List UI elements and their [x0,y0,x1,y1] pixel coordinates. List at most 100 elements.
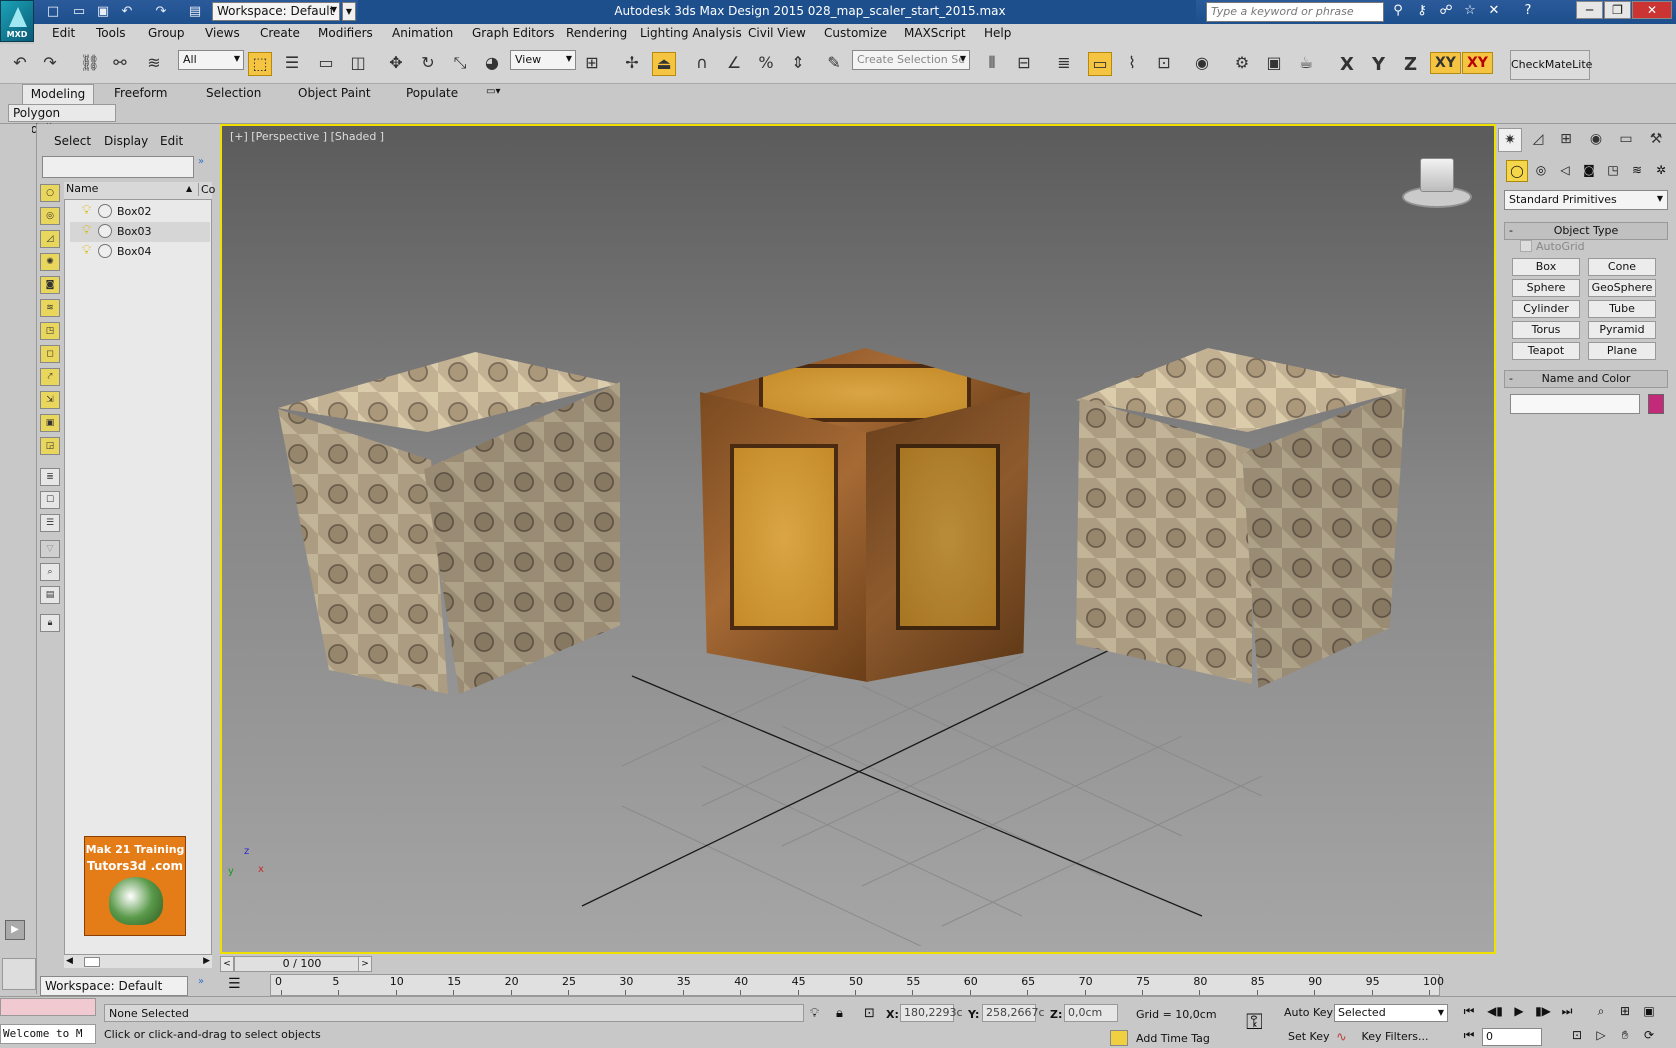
save-icon[interactable]: ▣ [94,3,112,20]
column-name[interactable]: Name [66,182,98,195]
polygon-modeling-panel[interactable]: Polygon Modeling [8,104,116,136]
expand-icon[interactable]: » [198,976,204,987]
list-item[interactable]: 💡︎ Box04 [70,242,210,262]
menu-civil-view[interactable]: Civil View [748,26,806,40]
key-mode-toggle-icon[interactable]: ⏮ [1458,1028,1480,1046]
expand-arrow-icon[interactable]: ▶ [5,920,25,940]
search-input[interactable]: Type a keyword or phrase [1206,2,1384,22]
menu-views[interactable]: Views [205,26,240,40]
display-shapes-icon[interactable]: ◿ [40,230,60,248]
scroll-right-icon[interactable]: ▶ [203,956,210,966]
menu-lighting-analysis[interactable]: Lighting Analysis [640,26,742,40]
menu-customize[interactable]: Customize [824,26,887,40]
display-bones-icon[interactable]: ⇲ [40,391,60,409]
cylinder-button[interactable]: Cylinder [1512,300,1580,318]
prev-frame-arrow-icon[interactable]: < [220,956,234,972]
favorites-star-icon[interactable]: ☆ [1460,3,1480,21]
goto-start-icon[interactable]: ⏮ [1458,1004,1480,1022]
list-item[interactable]: 💡︎ Box02 [70,202,210,222]
select-manipulate-icon[interactable]: ✢ [620,52,644,76]
redo-icon[interactable]: ↷ [38,52,62,76]
named-selection-dropdown[interactable]: Create Selection Se ▼ [852,50,970,70]
autogrid-checkbox[interactable]: AutoGrid [1520,240,1585,253]
workspace-menu-button[interactable]: ▼ [342,2,356,21]
orbit-icon[interactable]: ⟳ [1638,1028,1660,1046]
display-all-icon[interactable]: ○ [40,184,60,202]
modify-tab-icon[interactable]: ◿ [1526,128,1550,152]
x-coordinate-field[interactable]: 180,2293c [900,1004,963,1022]
axis-xy-cycle[interactable]: XY [1462,52,1493,74]
select-object-icon[interactable]: ⬚ [248,52,272,76]
zoom-extents-icon[interactable]: ▣ [1638,1004,1660,1022]
display-lights-icon[interactable]: ✺ [40,253,60,271]
tab-selection[interactable]: Selection [206,86,261,100]
prev-frame-icon[interactable]: ◀▮ [1484,1004,1506,1022]
name-color-rollout[interactable]: - Name and Color [1504,370,1668,388]
spinner-snap-icon[interactable]: ⇕ [786,52,810,76]
pyramid-button[interactable]: Pyramid [1588,321,1656,339]
motion-tab-icon[interactable]: ◉ [1584,128,1608,152]
angle-snap-icon[interactable]: ∠ [722,52,746,76]
display-geometry-icon[interactable]: ◎ [40,207,60,225]
explorer-search-field[interactable] [42,156,194,178]
viewport-label[interactable]: [+] [Perspective ] [Shaded ] [230,130,384,143]
display-helpers-icon[interactable]: ≋ [40,299,60,317]
subscription-icon[interactable]: ⚷ [1412,3,1432,21]
next-frame-arrow-icon[interactable]: > [358,956,372,972]
maxscript-listener-pink[interactable] [0,998,96,1016]
new-file-icon[interactable]: □ [44,3,62,20]
undo-icon[interactable]: ↶ [8,52,32,76]
shapes-icon[interactable]: ◎ [1530,160,1552,182]
menu-maxscript[interactable]: MAXScript [904,26,966,40]
play-icon[interactable]: ▶ [1508,1004,1530,1022]
menu-create[interactable]: Create [260,26,300,40]
link-icon[interactable]: ⛓ [78,52,102,76]
ribbon-options-icon[interactable]: ▭▾ [486,86,500,97]
goto-end-icon[interactable]: ⏭ [1556,1004,1578,1022]
explorer-menu-select[interactable]: Select [54,134,91,148]
freeze-icon[interactable] [98,224,112,238]
isolate-icon[interactable]: 💡︎ [810,1006,819,1021]
object-color-swatch[interactable] [1648,394,1664,414]
freeze-icon[interactable] [98,244,112,258]
place-icon[interactable]: ◕ [480,52,504,76]
viewcube[interactable] [1402,150,1472,212]
axis-y-constraint[interactable]: Y [1372,54,1385,75]
display-xrefs-icon[interactable]: ⤤ [40,368,60,386]
find-icon[interactable]: ⌕ [40,563,60,581]
systems-icon[interactable]: ✲ [1650,160,1672,182]
utilities-tab-icon[interactable]: ⚒ [1644,128,1668,152]
lights-icon[interactable]: ◁ [1554,160,1576,182]
percent-snap-icon[interactable]: % [754,52,778,76]
rendered-frame-icon[interactable]: ▣ [1262,52,1286,76]
key-filters-button[interactable]: Key Filters... [1350,1030,1440,1048]
details-view-icon[interactable]: ☰ [40,514,60,532]
reference-coordinate-dropdown[interactable]: View ▼ [510,50,576,70]
explorer-workspace-dropdown[interactable]: Workspace: Default [40,976,188,996]
workspace-dropdown[interactable]: Workspace: Default ▼ [212,2,340,21]
axis-z-constraint[interactable]: Z [1404,54,1417,75]
redo-icon[interactable]: ↷ [152,3,170,20]
key-icon[interactable]: ⚿ [1246,1010,1263,1035]
tube-button[interactable]: Tube [1588,300,1656,318]
tab-object-paint[interactable]: Object Paint [298,86,371,100]
teapot-button[interactable]: Teapot [1512,342,1580,360]
y-coordinate-field[interactable]: 258,2667c [982,1004,1045,1022]
filter-icon[interactable]: ▽ [40,540,60,558]
time-config-icon[interactable]: ⊡ [1566,1028,1588,1046]
perspective-viewport[interactable]: [+] [Perspective ] [Shaded ] z y x [220,124,1496,954]
selection-lock-icon[interactable]: 🔒︎ [836,1006,843,1021]
set-key-button[interactable]: Set Key [1288,1030,1330,1043]
move-icon[interactable]: ✥ [384,52,408,76]
maxscript-mini-listener-toggle[interactable] [2,958,36,990]
scroll-left-icon[interactable]: ◀ [66,956,73,966]
layer-manager-icon[interactable]: ≣ [1052,52,1076,76]
auto-key-button[interactable]: Auto Key [1284,1006,1333,1019]
expand-toolbar-icon[interactable]: » [198,156,204,167]
pivot-center-icon[interactable]: ⊞ [580,52,604,76]
unlink-icon[interactable]: ⚯ [108,52,132,76]
geometry-icon[interactable]: ◯ [1506,160,1528,182]
axis-xy-constraint[interactable]: XY [1430,52,1461,74]
box-button[interactable]: Box [1512,258,1580,276]
helpers-icon[interactable]: ◳ [1602,160,1624,182]
